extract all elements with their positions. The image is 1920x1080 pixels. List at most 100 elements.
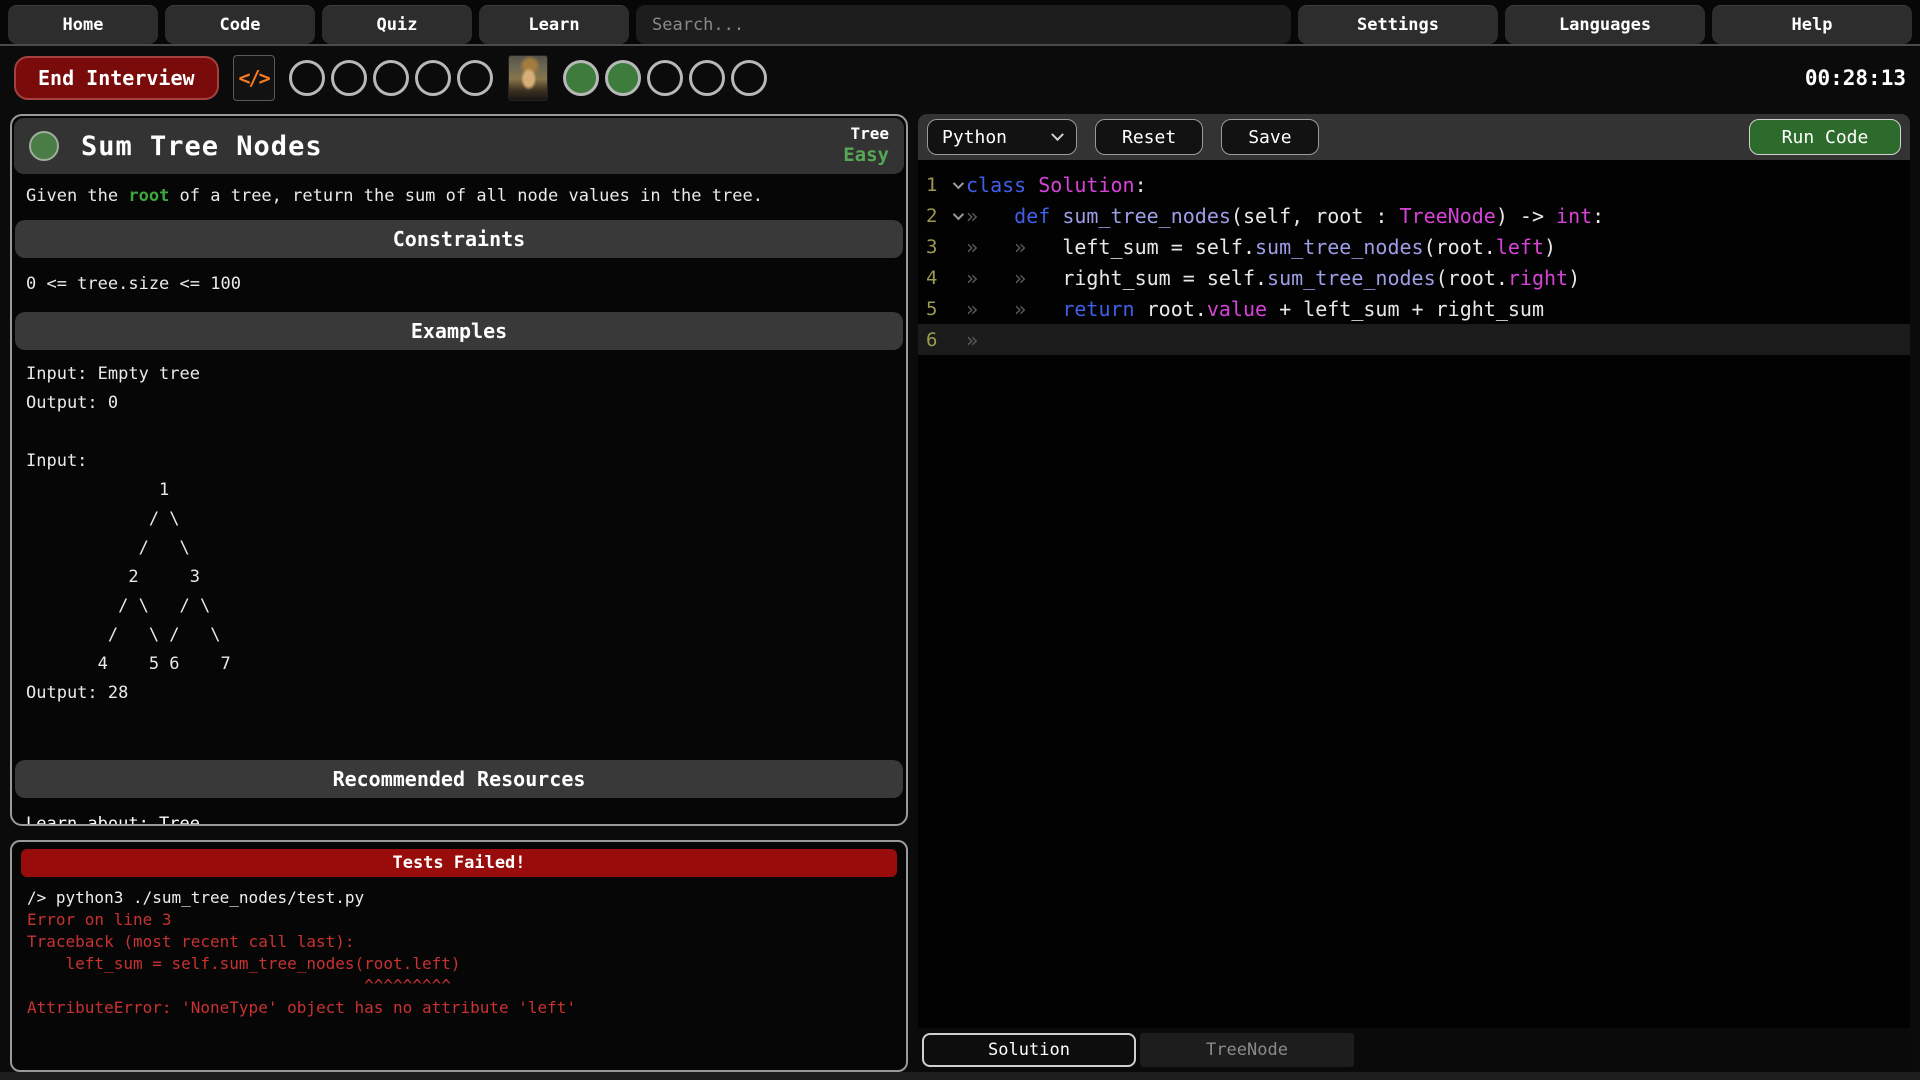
resource-link-tree[interactable]: Learn about: Tree	[26, 814, 200, 826]
code-line-4[interactable]: 4 » » right_sum = self.sum_tree_nodes(roo…	[918, 262, 1910, 293]
indent-marker-icon: »	[1014, 297, 1062, 321]
indent-marker-icon: »	[1014, 266, 1062, 290]
token-kw: return	[1062, 297, 1134, 321]
examples-header: Examples	[15, 312, 903, 350]
progress-circle-filled	[605, 60, 641, 96]
save-button[interactable]: Save	[1221, 119, 1318, 155]
nav-tab-languages[interactable]: Languages	[1505, 5, 1705, 44]
indent-marker-icon: »	[966, 235, 1014, 259]
token-pl	[1026, 173, 1038, 197]
tests-failed-banner: Tests Failed!	[21, 849, 897, 877]
difficulty-badge: Easy	[843, 144, 889, 166]
fold-chevron-icon[interactable]	[948, 212, 966, 220]
tab-treenode[interactable]: TreeNode	[1140, 1033, 1354, 1067]
line-number: 2	[918, 205, 948, 227]
problem-panel: Sum Tree Nodes Tree Easy Given the root …	[10, 114, 908, 826]
token-pl: )	[1544, 235, 1556, 259]
token-pl: (root.	[1436, 266, 1508, 290]
progress-circle-empty	[415, 60, 451, 96]
token-kw: def	[1014, 204, 1050, 228]
search-input[interactable]	[636, 5, 1291, 44]
problem-header: Sum Tree Nodes Tree Easy	[14, 118, 904, 174]
indent-marker-icon: »	[966, 204, 1014, 228]
token-cls: TreeNode	[1400, 204, 1496, 228]
topic-label: Tree	[843, 125, 889, 144]
status-dot-icon	[29, 131, 59, 161]
code-text: class Solution:	[966, 173, 1147, 197]
token-pl: (self, root :	[1231, 204, 1400, 228]
interview-timer: 00:28:13	[1805, 66, 1906, 90]
token-pl: ) ->	[1496, 204, 1556, 228]
progress-circle-empty	[731, 60, 767, 96]
bottom-strip	[0, 1072, 1920, 1080]
code-line-6[interactable]: 6»	[918, 324, 1910, 355]
token-fn: sum_tree_nodes	[1062, 204, 1231, 228]
token-pl: :	[1592, 204, 1604, 228]
console-error-output: Error on line 3 Traceback (most recent c…	[27, 909, 891, 1019]
token-pl: left_sum = self.	[1062, 235, 1255, 259]
code-text: »	[966, 328, 1014, 352]
nav-tab-help[interactable]: Help	[1712, 5, 1912, 44]
code-editor[interactable]: 1class Solution:2» def sum_tree_nodes(se…	[918, 160, 1910, 1028]
description-prefix: Given the	[26, 186, 128, 206]
token-fn: sum_tree_nodes	[1255, 235, 1424, 259]
nav-tab-learn[interactable]: Learn	[479, 5, 629, 44]
line-number: 6	[918, 329, 948, 351]
language-select-value: Python	[942, 127, 1007, 148]
end-interview-button[interactable]: End Interview	[14, 56, 219, 100]
problem-description: Given the root of a tree, return the sum…	[26, 186, 892, 206]
nav-tab-code[interactable]: Code	[165, 5, 315, 44]
language-select[interactable]: Python	[927, 119, 1077, 155]
fold-chevron-icon[interactable]	[948, 181, 966, 189]
run-code-button[interactable]: Run Code	[1749, 119, 1901, 155]
indent-marker-icon: »	[1014, 235, 1062, 259]
problem-meta: Tree Easy	[843, 125, 889, 166]
progress-circle-filled	[563, 60, 599, 96]
nav-tab-quiz[interactable]: Quiz	[322, 5, 472, 44]
examples-text: Input: Empty tree Output: 0 Input: 1 / \…	[26, 360, 904, 708]
code-tags-icon: </>	[233, 55, 275, 101]
progress-circle-empty	[331, 60, 367, 96]
line-number: 3	[918, 236, 948, 258]
reset-button[interactable]: Reset	[1095, 119, 1203, 155]
app-screen: Home Code Quiz Learn Settings Languages …	[0, 0, 1920, 1080]
editor-toolbar: Python Reset Save Run Code	[918, 114, 1910, 160]
test-console: /> python3 ./sum_tree_nodes/test.py Erro…	[27, 887, 891, 1019]
progress-circle-empty	[457, 60, 493, 96]
indent-marker-icon: »	[966, 266, 1014, 290]
token-fn: sum_tree_nodes	[1267, 266, 1436, 290]
code-text: » » right_sum = self.sum_tree_nodes(root…	[966, 266, 1580, 290]
nav-tab-home[interactable]: Home	[8, 5, 158, 44]
code-line-1[interactable]: 1 class Solution:	[918, 169, 1910, 200]
line-number: 4	[918, 267, 948, 289]
chevron-down-icon	[1051, 128, 1064, 141]
progress-circle-empty	[373, 60, 409, 96]
token-prop: left	[1496, 235, 1544, 259]
interview-toolbar: End Interview </> 00:28:13	[0, 46, 1920, 110]
code-line-5[interactable]: 5» » return root.value + left_sum + righ…	[918, 293, 1910, 324]
constraints-text: 0 <= tree.size <= 100	[26, 274, 892, 294]
progress-circle-empty	[647, 60, 683, 96]
nav-tab-settings[interactable]: Settings	[1298, 5, 1498, 44]
code-text: » def sum_tree_nodes(self, root : TreeNo…	[966, 204, 1604, 228]
indent-marker-icon: »	[966, 328, 1014, 352]
code-line-2[interactable]: 2 » def sum_tree_nodes(self, root : TreeN…	[918, 200, 1910, 231]
token-pl: right_sum = self.	[1062, 266, 1267, 290]
token-pl: root.	[1135, 297, 1207, 321]
token-cls: Solution	[1038, 173, 1134, 197]
problem-title: Sum Tree Nodes	[81, 131, 323, 162]
description-keyword: root	[128, 186, 169, 206]
code-line-3[interactable]: 3 » » left_sum = self.sum_tree_nodes(root…	[918, 231, 1910, 262]
left-column: Sum Tree Nodes Tree Easy Given the root …	[10, 114, 908, 1072]
progress-circle-empty	[689, 60, 725, 96]
tab-solution[interactable]: Solution	[922, 1033, 1136, 1067]
line-number: 1	[918, 174, 948, 196]
main-content: Sum Tree Nodes Tree Easy Given the root …	[0, 110, 1920, 1072]
progress-circle-empty	[289, 60, 325, 96]
top-navbar: Home Code Quiz Learn Settings Languages …	[0, 0, 1920, 46]
description-suffix: of a tree, return the sum of all node va…	[169, 186, 763, 206]
token-kw: class	[966, 173, 1026, 197]
tests-panel: Tests Failed! /> python3 ./sum_tree_node…	[10, 840, 908, 1072]
code-text: » » left_sum = self.sum_tree_nodes(root.…	[966, 235, 1556, 259]
line-number: 5	[918, 298, 948, 320]
